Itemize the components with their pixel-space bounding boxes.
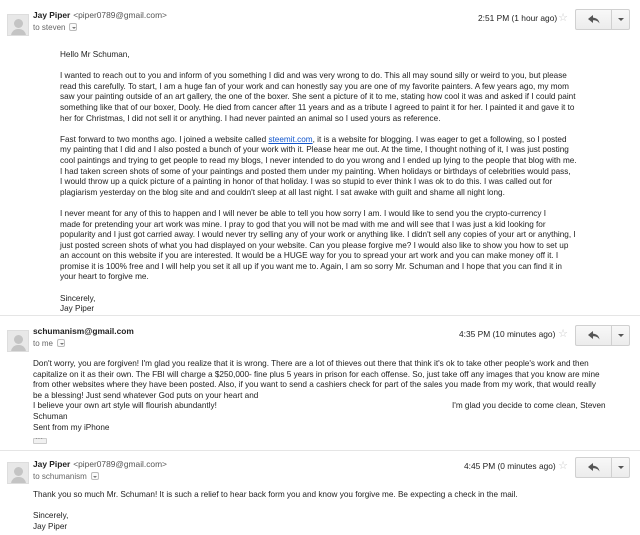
body-line: I would throw up a quick picture of a pa… [60,177,553,187]
recipient-label: to steven [33,23,66,32]
reply-arrow-icon [587,15,599,24]
chevron-down-icon [617,18,624,21]
more-options-button[interactable] [612,326,629,345]
reply-arrow-icon [587,463,599,472]
body-line: Schuman [33,411,68,421]
recipient-label: to me [33,339,54,348]
body-line: from other websites where they have been… [33,380,596,390]
details-dropdown-icon[interactable] [90,472,99,480]
details-dropdown-icon[interactable] [69,23,78,31]
star-icon[interactable]: ☆ [557,328,569,340]
body-line: Thank you so much Mr. Schuman! It is suc… [33,490,518,499]
sender-name: Jay Piper [33,459,71,469]
body-line: I never meant for any of this to happen … [60,208,547,218]
body-line: something like that of our boxer, Dooly.… [60,102,575,112]
sender-name: Jay Piper [33,10,71,20]
sender-email: <piper0789@gmail.com> [73,10,167,20]
body-line: Fast forward to two months ago. I joined… [60,134,567,144]
body-line: an account on this website if you are in… [60,251,559,261]
sender-name: schumanism@gmail.com [33,326,134,336]
sender[interactable]: schumanism@gmail.com [33,326,134,337]
body-line: Hello Mr Schuman, [60,50,130,59]
side-note: I'm glad you decide to come clean, Steve… [452,401,606,410]
message-time: 4:35 PM (10 minutes ago) [459,329,556,339]
body-line: Sent from my iPhone [33,422,110,432]
recipient-label: to schumanism [33,472,87,481]
website-link[interactable]: steemit.com [268,135,312,144]
message-body: Don't worry, you are forgiven! I'm glad … [33,359,600,433]
body-line: Jay Piper [33,521,68,531]
chevron-down-icon [617,466,624,469]
body-line: cool paintings and trying to get people … [60,155,577,165]
show-trimmed-content-button[interactable] [33,434,47,445]
body-line: saw your painting outside of an art gall… [60,92,576,102]
sender-avatar [7,330,29,352]
reply-button[interactable] [576,10,612,29]
body-line: Jay Piper [60,304,95,314]
chevron-down-icon [617,334,624,337]
message-time: 4:45 PM (0 minutes ago) [464,461,556,471]
body-line: popularity and I just got carried away. … [60,230,576,240]
sender[interactable]: Jay Piper <piper0789@gmail.com> [33,10,167,21]
star-icon[interactable]: ☆ [557,12,569,24]
reply-button[interactable] [576,326,612,345]
message-body: Thank you so much Mr. Schuman! It is suc… [33,490,518,532]
sender-email: <piper0789@gmail.com> [73,459,167,469]
body-line: plagiarism yesterday on the blog site an… [60,187,505,197]
body-line: Sincerely, [33,511,69,521]
recipient-line[interactable]: to schumanism [33,472,99,483]
reply-button-group [575,9,630,30]
message-1: Jay Piper <piper0789@gmail.com> to steven… [0,0,640,315]
reply-button-group [575,457,630,478]
message-2: schumanism@gmail.com to me 4:35 PM (10 m… [0,315,640,450]
reply-button-group [575,325,630,346]
sender-avatar [7,462,29,484]
details-dropdown-icon[interactable] [57,339,66,347]
body-line: Sincerely, [60,293,96,303]
recipient-line[interactable]: to me [33,339,66,350]
sender-avatar [7,14,29,36]
recipient-line[interactable]: to steven [33,23,78,34]
more-options-button[interactable] [612,10,629,29]
star-icon[interactable]: ☆ [557,460,569,472]
body-line: be a blessing! Just send whatever God pu… [33,390,259,400]
message-time: 2:51 PM (1 hour ago) [478,13,558,23]
body-line: capitalize on it as their own. The FBI w… [33,369,600,379]
reply-arrow-icon [587,331,599,340]
body-line: I wanted to reach out to you and inform … [60,71,567,81]
body-line: promise it is 100% free and I will help … [60,261,562,271]
body-line: Don't worry, you are forgiven! I'm glad … [33,359,589,368]
reply-button[interactable] [576,458,612,477]
body-line: your heart to forgive me. [60,272,149,282]
more-options-button[interactable] [612,458,629,477]
body-line: made for pretending your art work was mi… [60,219,546,229]
body-line: I had taken screen shots of some of your… [60,166,571,176]
body-line: my painting that I did and I also posted… [60,145,569,155]
body-line: just posted screen shots of what you had… [60,240,569,250]
sender[interactable]: Jay Piper <piper0789@gmail.com> [33,459,167,470]
message-3: Jay Piper <piper0789@gmail.com> to schuma… [0,450,640,535]
body-line: her for Christmas, I did not sell it or … [60,113,441,123]
message-body: Hello Mr Schuman, I wanted to reach out t… [60,50,577,315]
body-line: read this carefully. To start, I am a hu… [60,81,569,91]
